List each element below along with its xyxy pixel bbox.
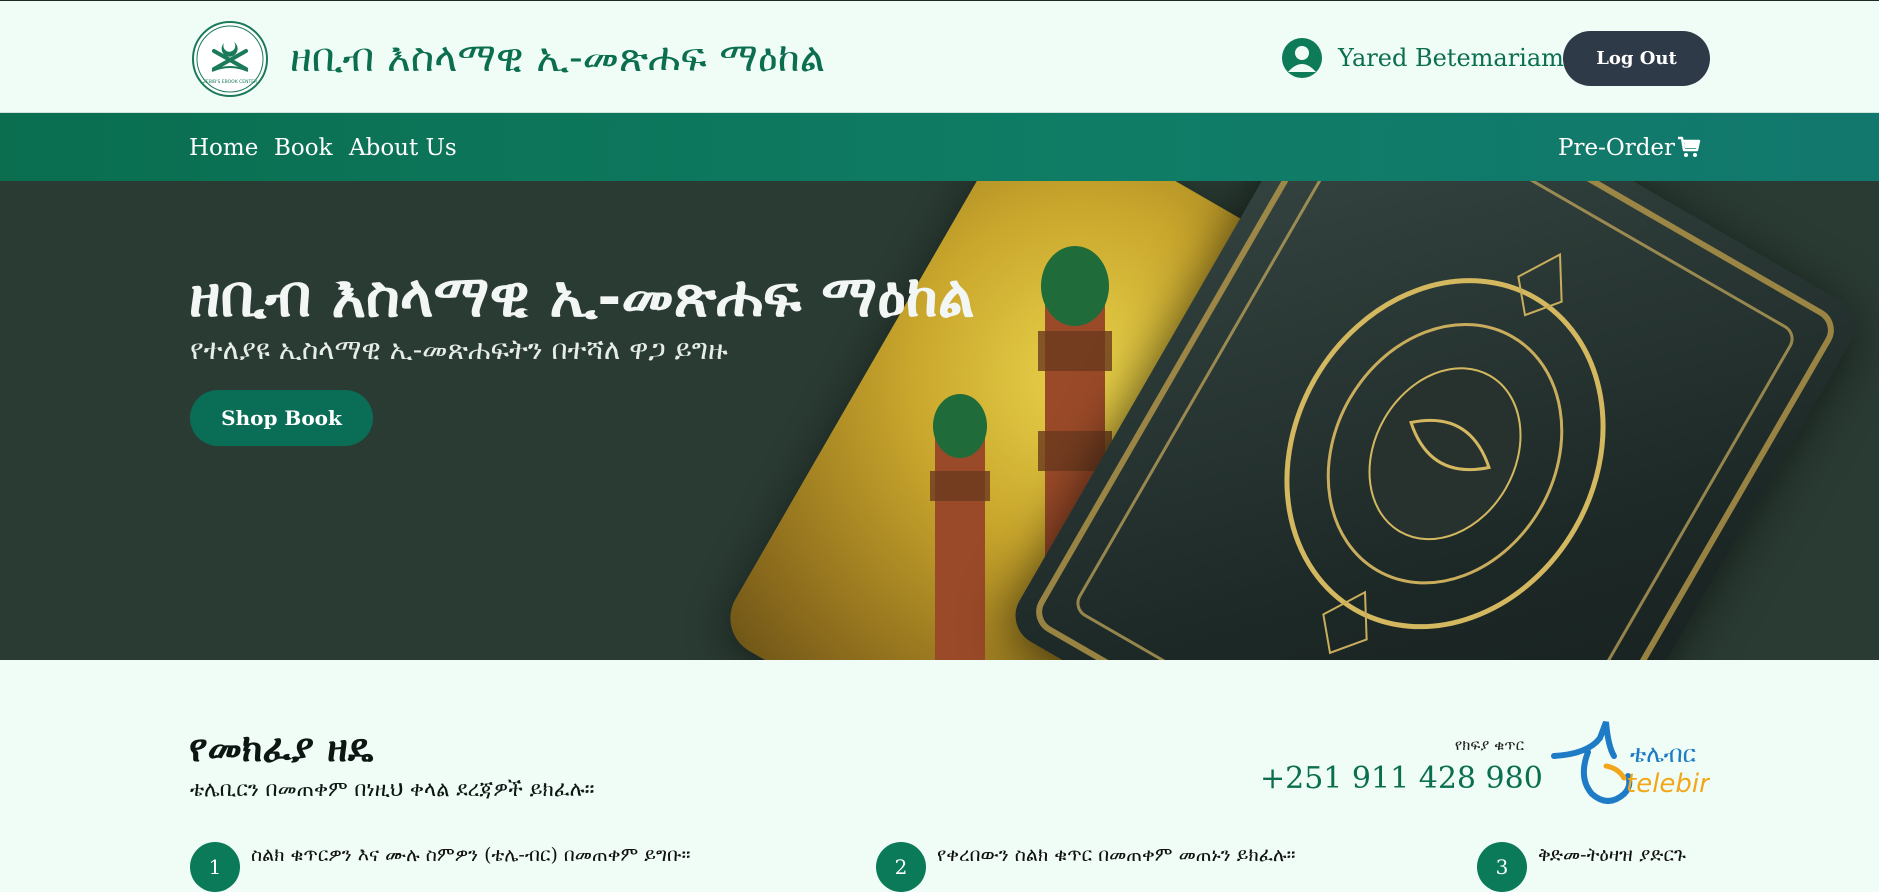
step-number: 1 (190, 842, 240, 892)
step-text: የቀረበውን ስልክ ቁጥር በመጠቀም መጠኑን ይክፈሉ። (937, 844, 1296, 866)
main-nav: Home Book About Us Pre-Order (0, 113, 1879, 181)
payment-subtitle: ቴሌቢርን በመጠቀም በነዚህ ቀላል ደረጃዎች ይክፈሉ። (190, 777, 595, 801)
step-number: 3 (1477, 842, 1527, 892)
preorder-link[interactable]: Pre-Order (1558, 133, 1675, 163)
nav-item-home[interactable]: Home (189, 133, 258, 163)
telebirr-logo: ቴሌብር telebirr (1548, 716, 1723, 812)
step-text: ቅድመ-ትዕዛዝ ያድርጉ (1538, 844, 1686, 866)
logout-button[interactable]: Log Out (1563, 31, 1710, 86)
header: ZEBIB'S EBOOK CENTER ዘቢብ እስላማዊ ኢ-መጽሐፍ ማዕ… (0, 0, 1879, 113)
hero-banner: ዘቢብ እስላማዊ ኢ-መጽሐፍ ማዕከል የተለያዩ ኢስላማዊ ኢ-መጽሐፍ… (0, 181, 1879, 660)
step-number: 2 (876, 842, 926, 892)
telebirr-amharic-text: ቴሌብር (1630, 740, 1697, 768)
payment-title: የመክፈያ ዘዴ (189, 725, 374, 770)
account-label: የክፍያ ቁጥር (1454, 736, 1524, 754)
user-circle-icon (1282, 38, 1322, 78)
shop-book-button[interactable]: Shop Book (190, 390, 373, 446)
telebirr-latin-text: telebirr (1626, 769, 1710, 799)
nav-item-about-us[interactable]: About Us (349, 133, 457, 163)
hero-subtitle: የተለያዩ ኢስላማዊ ኢ-መጽሐፍትን በተሻለ ዋጋ ይግዙ (190, 333, 728, 366)
svg-text:ZEBIB'S EBOOK CENTER: ZEBIB'S EBOOK CENTER (203, 79, 257, 85)
nav-item-book[interactable]: Book (274, 133, 333, 163)
brand-title: ዘቢብ እስላማዊ ኢ-መጽሐፍ ማዕከል (290, 35, 826, 81)
brand-logo[interactable]: ZEBIB'S EBOOK CENTER (192, 21, 268, 97)
shopping-cart-icon[interactable] (1677, 135, 1701, 159)
user-name: Yared Betemariam (1338, 44, 1564, 72)
step-text: ስልክ ቁጥርዎን እና ሙሉ ስምዎን (ቴሌ-ብር) በመጠቀም ይግቡ። (251, 844, 691, 866)
hero-title: ዘቢብ እስላማዊ ኢ-መጽሐፍ ማዕከል (189, 262, 975, 330)
account-number: +251 911 428 980 (1260, 761, 1543, 796)
